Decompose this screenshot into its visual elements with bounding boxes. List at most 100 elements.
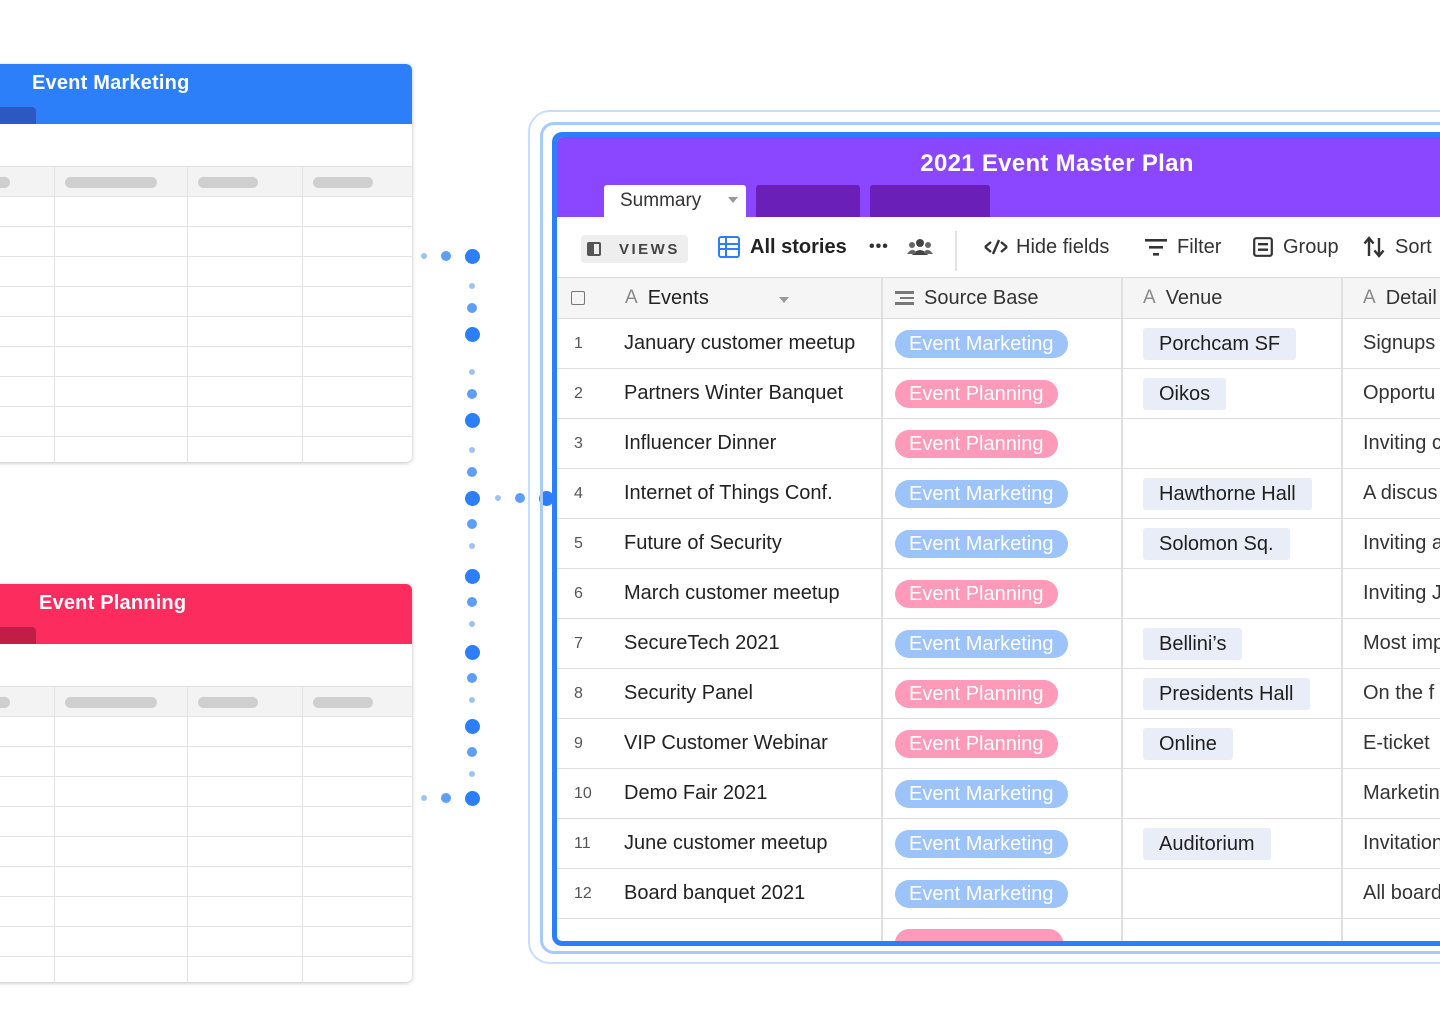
cell-detail[interactable]: Marketin — [1343, 769, 1440, 818]
placeholder-bar — [198, 177, 258, 188]
table-row[interactable]: 9 VIP Customer Webinar Event Planning Onlin… — [557, 719, 1440, 769]
cell-detail[interactable]: Invitation — [1343, 819, 1440, 868]
cell-detail[interactable] — [1343, 919, 1440, 941]
cell-source-base[interactable]: Event Marketing — [883, 619, 1123, 668]
connector-dot — [469, 283, 475, 289]
cell-source-base[interactable]: Event Planning — [883, 569, 1123, 618]
source-base-tab[interactable] — [0, 107, 36, 124]
group-button[interactable]: Group — [1253, 217, 1339, 277]
column-header-events[interactable]: A Events — [617, 278, 883, 318]
placeholder-bar — [198, 697, 258, 708]
grid-cell — [55, 167, 188, 196]
cell-source-base[interactable]: Event Marketing — [883, 469, 1123, 518]
cell-venue[interactable] — [1123, 769, 1343, 818]
view-switcher[interactable]: All stories — [718, 217, 847, 277]
cell-detail[interactable]: On the f — [1343, 669, 1440, 718]
grid-cell — [188, 287, 303, 316]
cell-event[interactable]: June customer meetup — [617, 819, 883, 868]
table-row-partial[interactable] — [557, 919, 1440, 941]
cell-source-base[interactable]: Event Marketing — [883, 819, 1123, 868]
cell-source-base[interactable]: Event Marketing — [883, 869, 1123, 918]
cell-detail[interactable]: A discus — [1343, 469, 1440, 518]
table-row[interactable]: 1 January customer meetup Event Marketing P… — [557, 319, 1440, 369]
cell-source-base[interactable] — [883, 919, 1123, 941]
cell-source-base[interactable]: Event Marketing — [883, 769, 1123, 818]
cell-source-base[interactable]: Event Marketing — [883, 319, 1123, 368]
tab-summary[interactable]: Summary — [604, 185, 746, 217]
cell-event[interactable]: Internet of Things Conf. — [617, 469, 883, 518]
cell-venue[interactable] — [1123, 419, 1343, 468]
cell-source-base[interactable]: Event Planning — [883, 419, 1123, 468]
grid-cell — [188, 227, 303, 256]
cell-event[interactable]: March customer meetup — [617, 569, 883, 618]
table-row[interactable]: 11 June customer meetup Event Marketing Aud… — [557, 819, 1440, 869]
more-options-button[interactable]: ••• — [869, 217, 889, 277]
cell-source-base[interactable]: Event Planning — [883, 719, 1123, 768]
cell-event[interactable]: Future of Security — [617, 519, 883, 568]
cell-venue[interactable]: Presidents Hall — [1123, 669, 1343, 718]
event-name: VIP Customer Webinar — [624, 732, 828, 754]
table-row[interactable]: 4 Internet of Things Conf. Event Marketing… — [557, 469, 1440, 519]
grid-cell — [303, 287, 412, 316]
cell-detail[interactable]: Inviting J — [1343, 569, 1440, 618]
cell-source-base[interactable]: Event Planning — [883, 669, 1123, 718]
table-row[interactable]: 8 Security Panel Event Planning Presidents … — [557, 669, 1440, 719]
cell-event[interactable]: Board banquet 2021 — [617, 869, 883, 918]
table-row[interactable]: 10 Demo Fair 2021 Event Marketing Marketin — [557, 769, 1440, 819]
cell-venue[interactable] — [1123, 919, 1343, 941]
cell-event[interactable]: Partners Winter Banquet — [617, 369, 883, 418]
cell-detail[interactable]: Inviting c — [1343, 419, 1440, 468]
grid-cell — [303, 227, 412, 256]
hide-fields-button[interactable]: Hide fields — [984, 217, 1109, 277]
cell-venue[interactable]: Hawthorne Hall — [1123, 469, 1343, 518]
cell-detail[interactable]: Signups — [1343, 319, 1440, 368]
table-row[interactable]: 12 Board banquet 2021 Event Marketing All b… — [557, 869, 1440, 919]
chevron-down-icon[interactable] — [728, 197, 738, 203]
grid-cell — [0, 837, 55, 866]
table-row[interactable]: 7 SecureTech 2021 Event Marketing Bellini’s… — [557, 619, 1440, 669]
cell-event[interactable] — [617, 919, 883, 941]
select-all-checkbox[interactable] — [571, 291, 585, 305]
column-header-source-base[interactable]: Source Base — [883, 278, 1123, 318]
cell-venue[interactable]: Online — [1123, 719, 1343, 768]
row-number: 2 — [557, 369, 617, 418]
cell-venue[interactable]: Auditorium — [1123, 819, 1343, 868]
cell-event[interactable]: SecureTech 2021 — [617, 619, 883, 668]
views-button[interactable]: VIEWS — [581, 235, 688, 263]
cell-venue[interactable]: Oikos — [1123, 369, 1343, 418]
cell-detail[interactable]: Inviting a — [1343, 519, 1440, 568]
cell-event[interactable]: Demo Fair 2021 — [617, 769, 883, 818]
column-header-detail[interactable]: A Detail — [1343, 278, 1440, 318]
cell-venue[interactable]: Bellini’s — [1123, 619, 1343, 668]
column-header-venue[interactable]: A Venue — [1123, 278, 1343, 318]
table-row[interactable]: 3 Influencer Dinner Event Planning Inviting… — [557, 419, 1440, 469]
source-base-tab[interactable] — [0, 627, 36, 644]
grid-cell — [0, 317, 55, 346]
chevron-down-icon[interactable] — [779, 297, 789, 303]
tab-2[interactable] — [756, 185, 860, 217]
cell-source-base[interactable]: Event Planning — [883, 369, 1123, 418]
cell-source-base[interactable]: Event Marketing — [883, 519, 1123, 568]
cell-detail[interactable]: Opportu — [1343, 369, 1440, 418]
cell-detail[interactable]: All board — [1343, 869, 1440, 918]
cell-event[interactable]: Security Panel — [617, 669, 883, 718]
cell-venue[interactable]: Porchcam SF — [1123, 319, 1343, 368]
connector-dot — [469, 771, 475, 777]
event-name: SecureTech 2021 — [624, 632, 780, 654]
table-row[interactable]: 6 March customer meetup Event Planning Invi… — [557, 569, 1440, 619]
cell-venue[interactable] — [1123, 869, 1343, 918]
table-row[interactable]: 5 Future of Security Event Marketing Solomo… — [557, 519, 1440, 569]
tab-3[interactable] — [870, 185, 990, 217]
cell-detail[interactable]: E-ticket — [1343, 719, 1440, 768]
cell-event[interactable]: Influencer Dinner — [617, 419, 883, 468]
sort-button[interactable]: Sort — [1363, 217, 1432, 277]
grid-cell — [0, 167, 55, 196]
cell-event[interactable]: January customer meetup — [617, 319, 883, 368]
filter-button[interactable]: Filter — [1145, 217, 1221, 277]
cell-event[interactable]: VIP Customer Webinar — [617, 719, 883, 768]
cell-venue[interactable] — [1123, 569, 1343, 618]
cell-venue[interactable]: Solomon Sq. — [1123, 519, 1343, 568]
cell-detail[interactable]: Most imp — [1343, 619, 1440, 668]
table-row[interactable]: 2 Partners Winter Banquet Event Planning Oi… — [557, 369, 1440, 419]
collaborators-button[interactable] — [907, 217, 933, 277]
